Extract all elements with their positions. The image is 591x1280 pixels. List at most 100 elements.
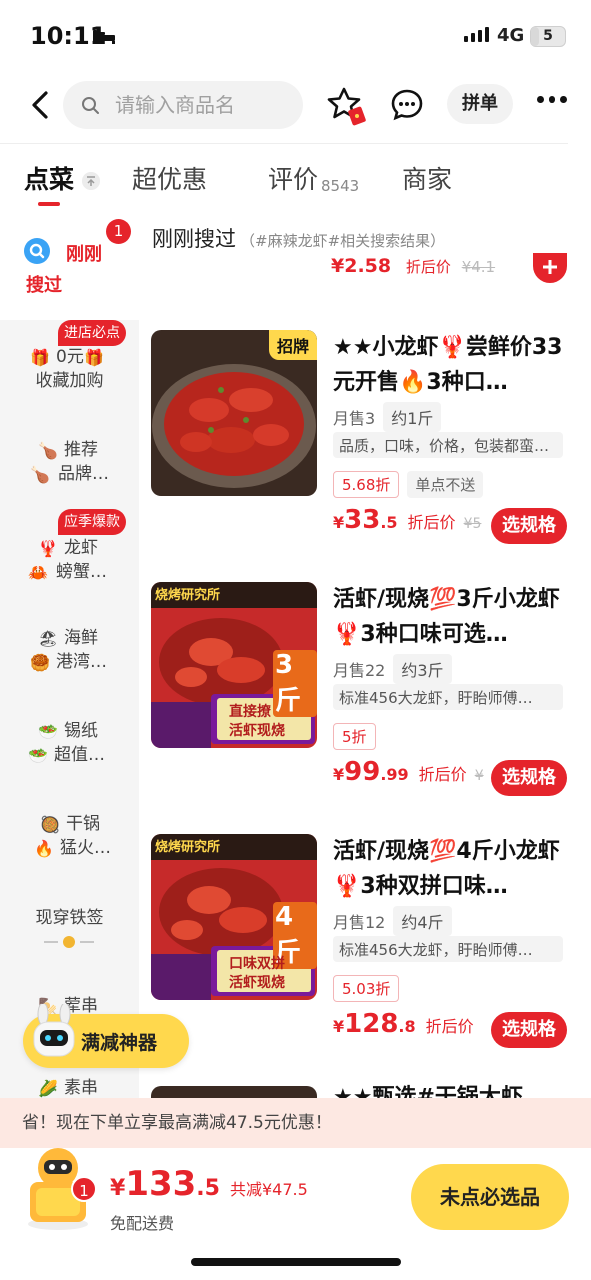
price-label: 折后价 [407,513,456,532]
product-card[interactable]: 烧烤研究所 3斤 直接撩 活虾现烧 活虾/现烧💯3斤小龙虾🦞3种口味可选… 月售… [139,582,591,832]
price-decimal: .8 [398,1017,416,1036]
monthly-sales: 月售3 [333,409,376,428]
product-review-snippet: 品质，口味，价格，包装都蛮… [333,432,563,458]
discount-helper-button[interactable]: 满减神器 [23,1004,189,1068]
search-box[interactable] [63,81,303,129]
network-label: 4G [497,25,525,46]
product-image[interactable]: 招牌 [151,330,317,496]
partial-product-row: ¥2.58 折后价 ¥4.1 [331,255,495,277]
product-description: 标准456大龙虾，盱眙师傅… [333,684,563,710]
sidebar-item-collect[interactable]: 进店必点 🎁 0元 🎁 收藏加购 [0,320,139,410]
choose-spec-button[interactable]: 选规格 [491,760,567,796]
banner-line2: 活虾现烧 [229,975,285,991]
crab-icon: 🦀 [28,563,48,582]
product-image[interactable]: 烧烤研究所 4斤 口味双拼 活虾现烧 [151,834,317,1000]
sidebar-item-label: 素串 [64,1078,98,1098]
banner-line2: 活虾现烧 [229,723,285,739]
home-indicator [191,1258,401,1266]
sidebar-item-foil[interactable]: 🥗 锡纸 🥗 超值… [0,718,139,808]
price-decimal: .99 [380,765,409,784]
lobster-icon: 🦞 [38,539,58,558]
product-price: ¥128.8 折后价 [333,1009,474,1039]
sidebar-item-label: 超值… [54,745,105,765]
sidebar-item-label: 推荐 [64,440,98,460]
choose-spec-button[interactable]: 选规格 [491,508,567,544]
sort-up-icon[interactable] [82,172,100,190]
weight-banner: 3斤 [273,650,317,717]
signal-icon [464,27,489,42]
tab-deals[interactable]: 超优惠 [132,160,207,196]
review-count: 8543 [321,177,360,195]
discount-helper-label: 满减神器 [81,1032,158,1054]
more-icon[interactable] [537,96,568,106]
tab-order[interactable]: 点菜 [24,160,74,196]
sidebar-item-label: 收藏加购 [35,371,104,391]
category-sidebar: 刚刚 搜过 1 进店必点 🎁 0元 🎁 收藏加购 🍗 推荐 🍗 品牌… 应季爆款… [0,213,139,1103]
product-title[interactable]: 活虾/现烧💯3斤小龙虾🦞3种口味可选… [333,582,573,652]
fire-icon: 🔥 [34,839,54,858]
product-tags: 5折 [333,723,376,750]
sidebar-item-lobster[interactable]: 应季爆款 🦞 龙虾 🦀 螃蟹… [0,509,139,599]
delivery-fee: 免配送费 [110,1214,175,1233]
price-integer: 128 [344,1009,399,1039]
sidebar-item-label: 锡纸 [64,721,98,741]
section-subtitle: （#麻辣龙虾#相关搜索结果） [240,232,446,250]
sidebar-item-drypot[interactable]: 🥘 干锅 🔥 猛火… [0,811,139,901]
shell-icon: 🥮 [30,653,50,672]
sidebar-item-label: 品牌… [58,464,109,484]
weight-tag: 约4斤 [393,906,452,936]
group-order-button[interactable]: 拼单 [447,84,513,124]
product-card[interactable]: 烧烤研究所 4斤 口味双拼 活虾现烧 活虾/现烧💯4斤小龙虾🦞3种双拼口味… 月… [139,834,591,1084]
favorite-star-icon[interactable] [327,86,373,132]
sidebar-item-label: 0元 [56,347,84,367]
add-button[interactable] [533,253,567,283]
price-label: 折后价 [425,1017,474,1036]
original-price: ¥5 [463,516,482,532]
gift-icon: 🎁 [30,348,50,367]
bed-icon [93,30,115,44]
section-title: 刚刚搜过 （#麻辣龙虾#相关搜索结果） [152,223,445,253]
sidebar-item-recent[interactable]: 刚刚 搜过 1 [0,213,139,320]
weight-tag: 约3斤 [393,654,452,684]
message-icon[interactable] [390,88,424,122]
choose-spec-button[interactable]: 选规格 [491,1012,567,1048]
price-decimal: .5 [380,513,398,532]
price-integer: 33 [344,505,381,535]
weight-tag: 约1斤 [383,402,442,432]
sidebar-item-label: 干锅 [66,814,100,834]
product-description: 标准456大龙虾，盱眙师傅… [333,936,563,962]
tab-bar: 点菜 超优惠 评价 8543 商家 [0,160,591,210]
product-image[interactable]: 烧烤研究所 3斤 直接撩 活虾现烧 [151,582,317,748]
recent-search-icon [24,238,50,264]
price-label: 折后价 [418,765,467,784]
sidebar-item-skewer[interactable]: 现穿铁签 [0,903,139,993]
no-delivery-tag: 单点不送 [407,471,484,498]
salad-icon: 🥗 [28,746,48,765]
plus-icon [543,260,557,274]
checkout-button[interactable]: 未点必选品 [411,1164,569,1230]
back-icon[interactable] [26,90,54,120]
tab-merchant[interactable]: 商家 [402,160,452,196]
original-price: ¥ [474,768,484,784]
search-input[interactable] [115,89,295,121]
status-bar: 10:11 4G 5 [0,0,591,70]
price-integer: 99 [344,757,381,787]
cart-price-integer: 133 [125,1164,197,1204]
product-title[interactable]: ★★小龙虾🦞尝鲜价33元开售🔥3种口… [333,330,573,400]
sidebar-badge: 应季爆款 [58,509,126,535]
product-price: ¥99.99 折后价 ¥ [333,757,484,787]
gift-box-icon: 🎁 [84,348,104,367]
sidebar-item-seafood[interactable]: 🏖 海鲜 🥮 港湾… [0,625,139,715]
product-card[interactable]: 招牌 ★★小龙虾🦞尝鲜价33元开售🔥3种口… 月售3 约1斤 品质，口味，价格，… [139,330,591,580]
discount-tag: 5.03折 [333,975,400,1002]
dish-icon: 🥗 [38,722,58,741]
cart-count-badge: 1 [71,1176,97,1202]
signature-badge: 招牌 [268,330,317,360]
beach-icon: 🏖 [38,629,59,648]
product-title[interactable]: 活虾/现烧💯4斤小龙虾🦞3种双拼口味… [333,834,573,904]
sidebar-item-label: 猛火… [60,838,111,858]
tab-reviews[interactable]: 评价 [268,160,318,196]
cart-discount: 共减¥47.5 [229,1180,308,1199]
partial-orig-price: ¥4.1 [461,258,496,276]
monthly-sales: 月售12 [333,913,386,932]
